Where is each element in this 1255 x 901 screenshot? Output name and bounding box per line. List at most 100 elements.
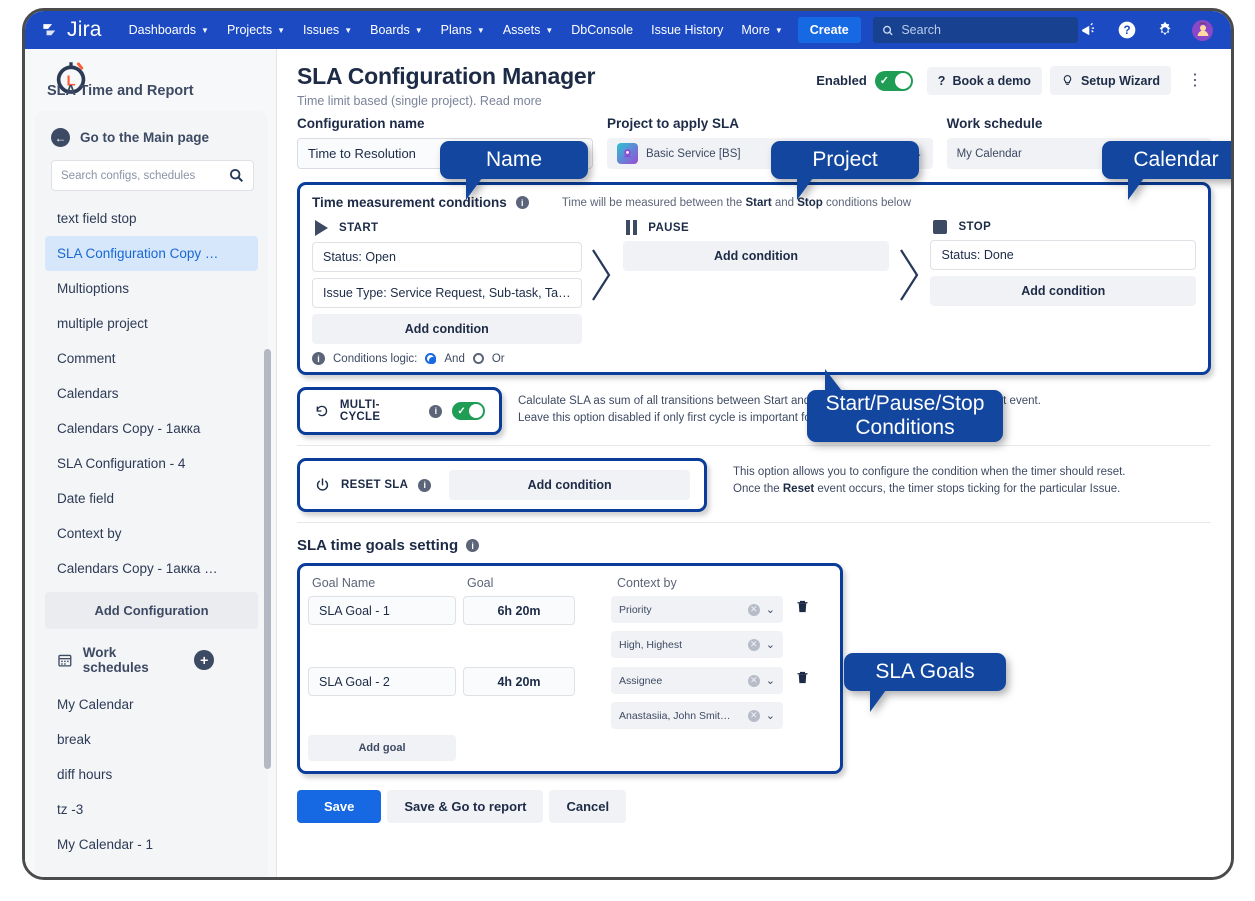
sidebar-item-sla-configuration-copy[interactable]: SLA Configuration Copy … (45, 236, 258, 271)
enabled-label: Enabled (816, 73, 867, 88)
gear-icon[interactable] (1154, 20, 1175, 41)
nav-item-plans[interactable]: Plans ▼ (432, 17, 494, 43)
stop-condition-1[interactable]: Status: Done (930, 240, 1196, 270)
reset-sla-add-condition-button[interactable]: Add condition (449, 470, 690, 500)
logic-and-radio[interactable] (425, 353, 436, 364)
cancel-button[interactable]: Cancel (549, 790, 626, 823)
stop-add-condition-button[interactable]: Add condition (930, 276, 1196, 306)
sidebar-item-comment[interactable]: Comment (45, 341, 258, 376)
sidebar-item-tz-3[interactable]: tz -3 (45, 792, 258, 827)
nav-item-assets[interactable]: Assets ▼ (494, 17, 562, 43)
add-schedule-icon[interactable]: + (194, 650, 214, 670)
sidebar-item-multiple-project[interactable]: multiple project (45, 306, 258, 341)
sidebar-item-multioptions[interactable]: Multioptions (45, 271, 258, 306)
save-button[interactable]: Save (297, 790, 381, 823)
enabled-toggle-group[interactable]: Enabled ✓ (816, 71, 913, 91)
sidebar-item-diff-hours[interactable]: diff hours (45, 757, 258, 792)
goal-name-input-1[interactable]: SLA Goal - 1 (308, 596, 456, 625)
context-values-select-2[interactable]: Anastasiia, John Smit… ✕ ⌄ (611, 702, 783, 729)
clear-icon[interactable]: ✕ (748, 710, 760, 722)
nav-item-issues[interactable]: Issues ▼ (294, 17, 361, 43)
info-icon[interactable]: i (312, 352, 325, 365)
column-goal: Goal (467, 576, 617, 590)
check-icon: ✓ (457, 406, 465, 417)
reset-sla-box: RESET SLA i Add condition (297, 458, 707, 512)
sidebar-item-calendars-copy-2[interactable]: Calendars Copy - 1акка … (45, 551, 258, 586)
multi-cycle-toggle[interactable]: ✓ (452, 402, 485, 420)
info-icon[interactable]: i (516, 196, 529, 209)
logic-or-radio[interactable] (473, 353, 484, 364)
hint-suffix: conditions below (823, 197, 911, 209)
nav-item-boards[interactable]: Boards ▼ (361, 17, 432, 43)
nav-item-dashboards[interactable]: Dashboards ▼ (120, 17, 218, 43)
setup-wizard-button[interactable]: Setup Wizard (1050, 66, 1171, 95)
goal-value-input-2[interactable]: 4h 20m (463, 667, 575, 696)
sidebar-search-input[interactable] (61, 170, 229, 182)
jira-brand[interactable]: Jira (41, 18, 102, 42)
context-field-select-1[interactable]: Priority ✕ ⌄ (611, 596, 783, 623)
sidebar-scrollbar[interactable] (264, 349, 271, 769)
start-label: START (339, 222, 378, 234)
avatar[interactable] (1192, 20, 1213, 41)
start-condition-2[interactable]: Issue Type: Service Request, Sub-task, T… (312, 278, 582, 308)
add-configuration-button[interactable]: Add Configuration (45, 592, 258, 629)
clear-icon[interactable]: ✕ (748, 639, 760, 651)
callout-tail (1128, 178, 1144, 200)
sidebar-search[interactable] (51, 160, 254, 191)
project-label: Project to apply SLA (607, 116, 933, 131)
nav-item-projects[interactable]: Projects ▼ (218, 17, 294, 43)
sidebar-item-context-by[interactable]: Context by (45, 516, 258, 551)
pause-add-condition-button[interactable]: Add condition (623, 241, 889, 271)
context-field-select-2[interactable]: Assignee ✕ ⌄ (611, 667, 783, 694)
svg-text:?: ? (1123, 24, 1130, 37)
callout-sla-goals-label: SLA Goals (875, 660, 974, 684)
create-button[interactable]: Create (798, 17, 861, 43)
go-to-main-page-link[interactable]: ← Go to the Main page (35, 119, 268, 156)
info-icon[interactable]: i (418, 479, 431, 492)
delete-goal-button-1[interactable] (783, 596, 821, 615)
callout-sla-goals: SLA Goals (844, 653, 1006, 691)
sidebar-item-date-field[interactable]: Date field (45, 481, 258, 516)
clear-icon[interactable]: ✕ (748, 675, 760, 687)
sidebar-card: ← Go to the Main page text field stop SL… (35, 111, 268, 880)
help-icon[interactable]: ? (1116, 20, 1137, 41)
delete-goal-button-2[interactable] (783, 667, 821, 686)
sidebar-item-text-field-stop[interactable]: text field stop (45, 201, 258, 236)
info-icon[interactable]: i (466, 539, 479, 552)
cycle-icon (314, 403, 330, 419)
sidebar-item-break[interactable]: break (45, 722, 258, 757)
context-values-select-1[interactable]: High, Highest ✕ ⌄ (611, 631, 783, 658)
global-search[interactable] (873, 17, 1078, 43)
play-icon (315, 220, 328, 236)
context-field-value-2: Assignee (619, 675, 742, 687)
announcement-icon[interactable] (1078, 20, 1099, 41)
sidebar-item-my-calendar-1[interactable]: My Calendar - 1 (45, 827, 258, 862)
question-icon: ? (938, 74, 946, 88)
info-icon[interactable]: i (429, 405, 442, 418)
time-measurement-conditions-panel: Time measurement conditions i Time will … (297, 182, 1211, 375)
nav-item-issue-history[interactable]: Issue History (642, 17, 732, 43)
sidebar-item-my-calendar[interactable]: My Calendar (45, 687, 258, 722)
sidebar-item-sla-configuration-4[interactable]: SLA Configuration - 4 (45, 446, 258, 481)
book-a-demo-button[interactable]: ? Book a demo (927, 67, 1042, 95)
sidebar-item-calendars[interactable]: Calendars (45, 376, 258, 411)
more-options-icon[interactable]: ⋮ (1179, 71, 1211, 91)
add-goal-button[interactable]: Add goal (308, 735, 456, 761)
enabled-toggle[interactable]: ✓ (875, 71, 913, 91)
nav-item-dbconsole[interactable]: DbConsole (562, 17, 642, 43)
work-schedules-header: Work schedules + (35, 629, 268, 685)
start-condition-1[interactable]: Status: Open (312, 242, 582, 272)
main-panel: SLA Configuration Manager Time limit bas… (277, 49, 1231, 880)
callout-conditions: Start/Pause/Stop Conditions (807, 390, 1003, 442)
nav-item-more[interactable]: More ▼ (732, 17, 791, 43)
callout-name: Name (440, 141, 588, 179)
clear-icon[interactable]: ✕ (748, 604, 760, 616)
goal-name-input-2[interactable]: SLA Goal - 2 (308, 667, 456, 696)
project-value: Basic Service [BS] (646, 148, 741, 160)
start-add-condition-button[interactable]: Add condition (312, 314, 582, 344)
sidebar-item-calendars-copy[interactable]: Calendars Copy - 1акка (45, 411, 258, 446)
goal-value-input-1[interactable]: 6h 20m (463, 596, 575, 625)
tmc-header: Time measurement conditions i Time will … (312, 195, 1196, 210)
search-input[interactable] (901, 23, 1069, 37)
save-and-go-to-report-button[interactable]: Save & Go to report (387, 790, 543, 823)
